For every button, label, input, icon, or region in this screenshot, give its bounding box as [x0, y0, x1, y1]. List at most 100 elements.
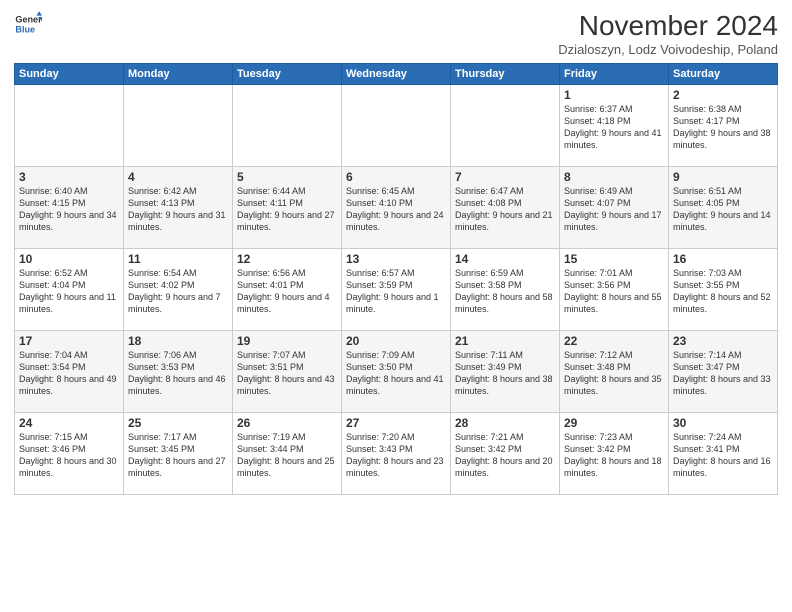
calendar-cell-3-3: 20Sunrise: 7:09 AM Sunset: 3:50 PM Dayli… [342, 331, 451, 413]
calendar: Sunday Monday Tuesday Wednesday Thursday… [14, 63, 778, 495]
day-number: 7 [455, 170, 555, 184]
month-title: November 2024 [558, 10, 778, 42]
calendar-cell-1-6: 9Sunrise: 6:51 AM Sunset: 4:05 PM Daylig… [669, 167, 778, 249]
day-info: Sunrise: 6:54 AM Sunset: 4:02 PM Dayligh… [128, 267, 228, 316]
calendar-cell-0-2 [233, 85, 342, 167]
title-block: November 2024 Dzialoszyn, Lodz Voivodesh… [558, 10, 778, 57]
day-info: Sunrise: 7:03 AM Sunset: 3:55 PM Dayligh… [673, 267, 773, 316]
day-info: Sunrise: 6:51 AM Sunset: 4:05 PM Dayligh… [673, 185, 773, 234]
week-row-4: 24Sunrise: 7:15 AM Sunset: 3:46 PM Dayli… [15, 413, 778, 495]
col-saturday: Saturday [669, 64, 778, 85]
day-info: Sunrise: 7:24 AM Sunset: 3:41 PM Dayligh… [673, 431, 773, 480]
calendar-cell-3-0: 17Sunrise: 7:04 AM Sunset: 3:54 PM Dayli… [15, 331, 124, 413]
day-number: 29 [564, 416, 664, 430]
calendar-cell-1-5: 8Sunrise: 6:49 AM Sunset: 4:07 PM Daylig… [560, 167, 669, 249]
day-number: 9 [673, 170, 773, 184]
calendar-cell-4-5: 29Sunrise: 7:23 AM Sunset: 3:42 PM Dayli… [560, 413, 669, 495]
day-info: Sunrise: 6:45 AM Sunset: 4:10 PM Dayligh… [346, 185, 446, 234]
day-info: Sunrise: 7:06 AM Sunset: 3:53 PM Dayligh… [128, 349, 228, 398]
col-sunday: Sunday [15, 64, 124, 85]
svg-text:General: General [15, 15, 42, 25]
day-info: Sunrise: 6:47 AM Sunset: 4:08 PM Dayligh… [455, 185, 555, 234]
col-wednesday: Wednesday [342, 64, 451, 85]
week-row-0: 1Sunrise: 6:37 AM Sunset: 4:18 PM Daylig… [15, 85, 778, 167]
day-info: Sunrise: 7:20 AM Sunset: 3:43 PM Dayligh… [346, 431, 446, 480]
calendar-cell-4-3: 27Sunrise: 7:20 AM Sunset: 3:43 PM Dayli… [342, 413, 451, 495]
day-info: Sunrise: 7:17 AM Sunset: 3:45 PM Dayligh… [128, 431, 228, 480]
logo: General Blue [14, 10, 42, 38]
day-number: 4 [128, 170, 228, 184]
col-monday: Monday [124, 64, 233, 85]
day-info: Sunrise: 6:52 AM Sunset: 4:04 PM Dayligh… [19, 267, 119, 316]
calendar-cell-1-3: 6Sunrise: 6:45 AM Sunset: 4:10 PM Daylig… [342, 167, 451, 249]
day-number: 11 [128, 252, 228, 266]
calendar-cell-1-1: 4Sunrise: 6:42 AM Sunset: 4:13 PM Daylig… [124, 167, 233, 249]
calendar-cell-2-5: 15Sunrise: 7:01 AM Sunset: 3:56 PM Dayli… [560, 249, 669, 331]
day-number: 22 [564, 334, 664, 348]
day-info: Sunrise: 7:12 AM Sunset: 3:48 PM Dayligh… [564, 349, 664, 398]
day-number: 24 [19, 416, 119, 430]
day-info: Sunrise: 7:23 AM Sunset: 3:42 PM Dayligh… [564, 431, 664, 480]
day-number: 19 [237, 334, 337, 348]
day-number: 20 [346, 334, 446, 348]
calendar-cell-3-4: 21Sunrise: 7:11 AM Sunset: 3:49 PM Dayli… [451, 331, 560, 413]
calendar-cell-3-6: 23Sunrise: 7:14 AM Sunset: 3:47 PM Dayli… [669, 331, 778, 413]
day-info: Sunrise: 6:56 AM Sunset: 4:01 PM Dayligh… [237, 267, 337, 316]
day-info: Sunrise: 6:38 AM Sunset: 4:17 PM Dayligh… [673, 103, 773, 152]
logo-icon: General Blue [14, 10, 42, 38]
calendar-cell-3-2: 19Sunrise: 7:07 AM Sunset: 3:51 PM Dayli… [233, 331, 342, 413]
calendar-cell-3-5: 22Sunrise: 7:12 AM Sunset: 3:48 PM Dayli… [560, 331, 669, 413]
day-info: Sunrise: 7:14 AM Sunset: 3:47 PM Dayligh… [673, 349, 773, 398]
calendar-cell-0-5: 1Sunrise: 6:37 AM Sunset: 4:18 PM Daylig… [560, 85, 669, 167]
day-number: 16 [673, 252, 773, 266]
day-info: Sunrise: 6:59 AM Sunset: 3:58 PM Dayligh… [455, 267, 555, 316]
day-info: Sunrise: 6:42 AM Sunset: 4:13 PM Dayligh… [128, 185, 228, 234]
day-info: Sunrise: 7:11 AM Sunset: 3:49 PM Dayligh… [455, 349, 555, 398]
calendar-cell-0-4 [451, 85, 560, 167]
day-number: 3 [19, 170, 119, 184]
calendar-cell-2-1: 11Sunrise: 6:54 AM Sunset: 4:02 PM Dayli… [124, 249, 233, 331]
calendar-cell-4-4: 28Sunrise: 7:21 AM Sunset: 3:42 PM Dayli… [451, 413, 560, 495]
day-number: 17 [19, 334, 119, 348]
calendar-cell-2-2: 12Sunrise: 6:56 AM Sunset: 4:01 PM Dayli… [233, 249, 342, 331]
day-number: 25 [128, 416, 228, 430]
day-number: 21 [455, 334, 555, 348]
calendar-cell-0-1 [124, 85, 233, 167]
calendar-cell-0-6: 2Sunrise: 6:38 AM Sunset: 4:17 PM Daylig… [669, 85, 778, 167]
day-number: 23 [673, 334, 773, 348]
calendar-cell-4-1: 25Sunrise: 7:17 AM Sunset: 3:45 PM Dayli… [124, 413, 233, 495]
day-number: 14 [455, 252, 555, 266]
day-number: 18 [128, 334, 228, 348]
day-info: Sunrise: 7:09 AM Sunset: 3:50 PM Dayligh… [346, 349, 446, 398]
day-number: 28 [455, 416, 555, 430]
col-friday: Friday [560, 64, 669, 85]
header-row: Sunday Monday Tuesday Wednesday Thursday… [15, 64, 778, 85]
day-info: Sunrise: 7:04 AM Sunset: 3:54 PM Dayligh… [19, 349, 119, 398]
subtitle: Dzialoszyn, Lodz Voivodeship, Poland [558, 42, 778, 57]
calendar-cell-4-2: 26Sunrise: 7:19 AM Sunset: 3:44 PM Dayli… [233, 413, 342, 495]
day-info: Sunrise: 6:37 AM Sunset: 4:18 PM Dayligh… [564, 103, 664, 152]
day-number: 8 [564, 170, 664, 184]
day-info: Sunrise: 7:19 AM Sunset: 3:44 PM Dayligh… [237, 431, 337, 480]
day-number: 13 [346, 252, 446, 266]
col-thursday: Thursday [451, 64, 560, 85]
page: General Blue November 2024 Dzialoszyn, L… [0, 0, 792, 612]
day-number: 10 [19, 252, 119, 266]
calendar-cell-0-3 [342, 85, 451, 167]
day-number: 12 [237, 252, 337, 266]
calendar-cell-2-6: 16Sunrise: 7:03 AM Sunset: 3:55 PM Dayli… [669, 249, 778, 331]
calendar-cell-2-0: 10Sunrise: 6:52 AM Sunset: 4:04 PM Dayli… [15, 249, 124, 331]
day-number: 2 [673, 88, 773, 102]
day-info: Sunrise: 6:44 AM Sunset: 4:11 PM Dayligh… [237, 185, 337, 234]
day-number: 27 [346, 416, 446, 430]
day-number: 26 [237, 416, 337, 430]
day-number: 6 [346, 170, 446, 184]
day-number: 1 [564, 88, 664, 102]
svg-text:Blue: Blue [15, 24, 35, 34]
day-info: Sunrise: 7:15 AM Sunset: 3:46 PM Dayligh… [19, 431, 119, 480]
week-row-2: 10Sunrise: 6:52 AM Sunset: 4:04 PM Dayli… [15, 249, 778, 331]
day-info: Sunrise: 6:57 AM Sunset: 3:59 PM Dayligh… [346, 267, 446, 316]
day-info: Sunrise: 7:21 AM Sunset: 3:42 PM Dayligh… [455, 431, 555, 480]
day-number: 15 [564, 252, 664, 266]
calendar-cell-3-1: 18Sunrise: 7:06 AM Sunset: 3:53 PM Dayli… [124, 331, 233, 413]
